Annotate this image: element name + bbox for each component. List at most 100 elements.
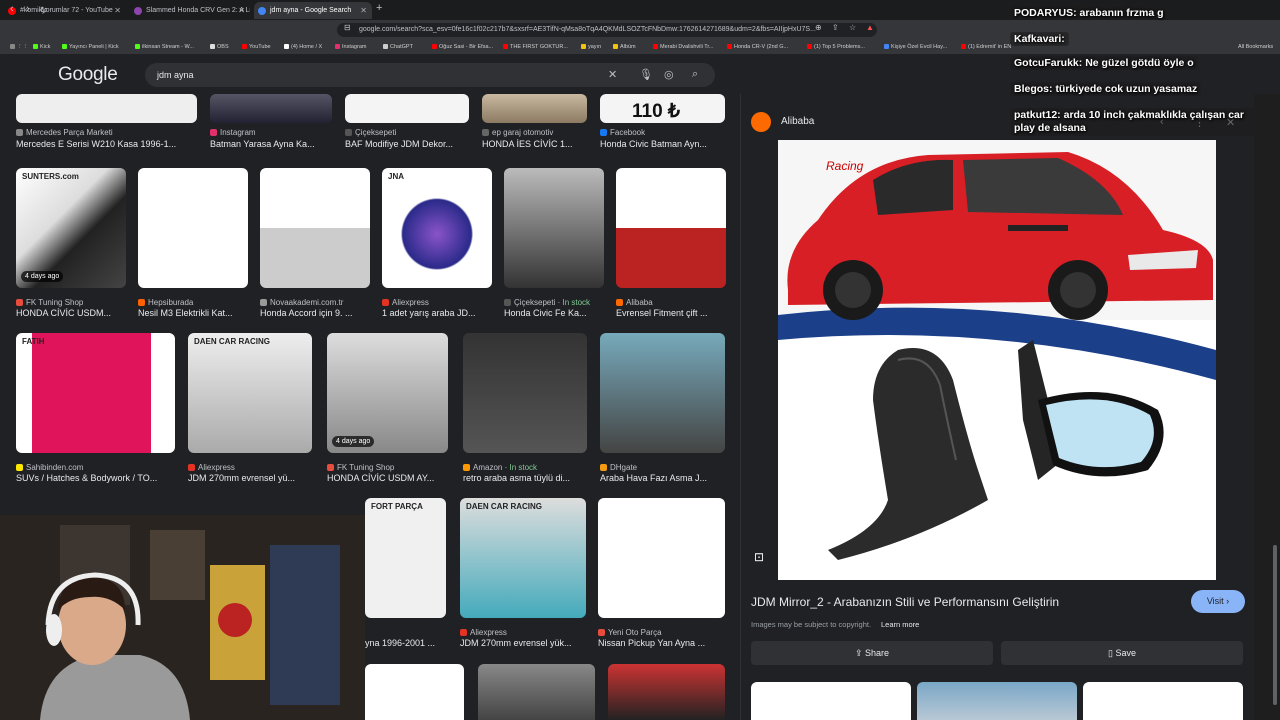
scrollbar-thumb[interactable] [1273,545,1277,705]
save-button[interactable]: ▯ Save [1001,641,1243,665]
result-source[interactable]: Aliexpress [460,628,586,637]
bookmark-item[interactable]: Honda CR-V (2nd G... [727,40,788,54]
result-thumbnail[interactable] [504,168,604,288]
result-title[interactable]: Honda Accord için 9. ... [260,308,370,318]
lens-icon[interactable]: ◎ [664,68,674,81]
bookmark-item[interactable]: ChatGPT [383,40,413,54]
result-title[interactable]: Nissan Pickup Yan Ayna ... [598,638,725,648]
result-title[interactable]: yna 1996-2001 ... [365,638,446,648]
preview-source[interactable]: Alibaba [781,116,814,127]
result-title[interactable]: Evrensel Fitment çift ... [616,308,726,318]
result-thumbnail[interactable] [600,333,725,453]
close-tab-icon[interactable]: ✕ [114,2,121,19]
bookmark-star-icon[interactable]: ☆ [849,23,856,32]
result-source[interactable]: Yeni Oto Parça [598,628,725,637]
search-input[interactable]: jdm ayna [145,63,715,87]
result-title[interactable]: 1 adet yarış araba JD... [382,308,492,318]
result-source[interactable]: Facebook [600,128,725,137]
result-source[interactable]: ep garaj otomotiv [482,128,587,137]
bookmark-item[interactable]: (4) Home / X [284,40,322,54]
result-thumbnail[interactable] [210,94,332,123]
reload-icon[interactable]: ↻ [40,5,48,16]
preview-image[interactable]: Racing [778,140,1216,580]
clear-icon[interactable]: ✕ [608,68,617,81]
result-thumbnail[interactable] [463,333,587,453]
result-source[interactable]: Aliexpress [188,463,312,472]
related-thumb-2[interactable] [917,682,1077,720]
learn-more-link[interactable]: Learn more [881,620,919,629]
result-thumbnail[interactable] [616,168,726,288]
new-tab-button[interactable]: + [376,2,382,14]
result-source[interactable]: FK Tuning Shop [16,298,126,307]
result-thumbnail[interactable]: DAEN CAR RACING [188,333,312,453]
bookmark-item[interactable]: ilkinsan Stream - W... [135,40,194,54]
result-thumbnail[interactable] [260,168,370,288]
result-thumbnail[interactable]: SUNTERS.com 4 days ago [16,168,126,288]
bookmark-item[interactable]: yayın [581,40,601,54]
visit-button[interactable]: Visit › [1191,590,1245,613]
close-tab-icon[interactable]: ✕ [238,2,245,19]
result-source[interactable]: Hepsiburada [138,298,248,307]
site-info-icon[interactable]: ⊟ [344,23,351,32]
result-title[interactable]: Araba Hava Fazı Asma J... [600,473,725,483]
share-button[interactable]: ⇪ Share [751,641,993,665]
preview-title[interactable]: JDM Mirror_2 - Arabanızın Stili ve Perfo… [751,595,1059,609]
apps-icon[interactable]: ⋮⋮ [10,40,28,54]
bookmark-item[interactable]: Oğuz Sasi - Bir Efsa... [432,40,493,54]
result-title[interactable]: Honda Civic Fe Ka... [504,308,604,318]
result-thumbnail[interactable]: DAEN CAR RACING [460,498,586,618]
share-icon[interactable]: ⇪ [832,23,839,32]
extension-icon[interactable]: ▲ [866,23,874,32]
bookmark-item[interactable]: Merabi Dvalishvili Tr... [653,40,714,54]
result-thumbnail[interactable]: JNA [382,168,492,288]
result-thumbnail[interactable] [16,94,197,123]
bookmark-item[interactable]: (1) Edremit' in EN [961,40,1011,54]
bookmark-item[interactable]: THE FIRST GOKTUR... [503,40,568,54]
result-source[interactable]: DHgate [600,463,725,472]
related-thumb-3[interactable] [1083,682,1243,720]
bookmark-item[interactable]: Kick [33,40,50,54]
result-title[interactable]: Nesil M3 Elektrikli Kat... [138,308,248,318]
result-thumbnail[interactable] [482,94,587,123]
bookmark-item[interactable]: YouTube [242,40,271,54]
result-thumbnail[interactable]: 4 days ago [327,333,448,453]
close-tab-icon[interactable]: ✕ [360,2,367,19]
address-bar[interactable]: google.com/search?sca_esv=0fe16c1f02c217… [337,23,877,37]
tab-2[interactable]: Slammed Honda CRV Gen 2: A Lifest✕ [130,2,250,19]
lens-search-icon[interactable]: ⊡ [754,550,764,564]
result-thumbnail[interactable] [478,664,595,720]
result-source[interactable]: Çiçeksepeti · In stock [504,298,604,307]
result-source[interactable]: FK Tuning Shop [327,463,448,472]
result-source[interactable]: Çiçeksepeti [345,128,469,137]
result-thumbnail[interactable] [138,168,248,288]
result-title[interactable]: JDM 270mm evrensel yük... [460,638,586,648]
result-thumbnail[interactable] [598,498,725,618]
back-icon[interactable]: ‹ [10,3,14,15]
bookmark-item[interactable]: Albüm [613,40,636,54]
result-title[interactable]: JDM 270mm evrensel yü... [188,473,312,483]
result-source[interactable]: Mercedes Parça Marketi [16,128,197,137]
result-source[interactable]: Alibaba [616,298,726,307]
result-thumbnail[interactable] [608,664,725,720]
result-title[interactable]: SUVs / Hatches & Bodywork / TO... [16,473,175,483]
result-title[interactable]: Honda Civic Batman Ayn... [600,139,725,149]
result-title[interactable]: BAF Modifiye JDM Dekor... [345,139,469,149]
microphone-icon[interactable]: 🎙 [639,68,653,81]
result-title[interactable]: retro araba asma tüylü di... [463,473,587,483]
result-title[interactable]: HONDA CİVİC USDM... [16,308,126,318]
result-source[interactable]: Instagram [210,128,332,137]
result-thumbnail[interactable] [345,94,469,123]
result-source[interactable]: Aliexpress [382,298,492,307]
forward-icon[interactable]: › [26,3,30,15]
result-source[interactable]: Sahibinden.com [16,463,175,472]
bookmark-item[interactable]: (1) Top 5 Problems... [807,40,865,54]
result-source[interactable]: Novaakademi.com.tr [260,298,370,307]
zoom-icon[interactable]: ⊕ [815,23,822,32]
search-icon[interactable]: ⌕ [692,68,698,81]
result-title[interactable]: HONDA İES CİVİC 1... [482,139,587,149]
result-source[interactable]: Amazon · In stock [463,463,587,472]
bookmark-item[interactable]: Yayıncı Paneli | Kick [62,40,119,54]
result-thumbnail[interactable]: FATIH [16,333,175,453]
bookmark-item[interactable]: Kişiye Özel Evcil Hay... [884,40,947,54]
tab-1[interactable]: #komikyorumlar 72 - YouTube ✕ [4,2,126,19]
